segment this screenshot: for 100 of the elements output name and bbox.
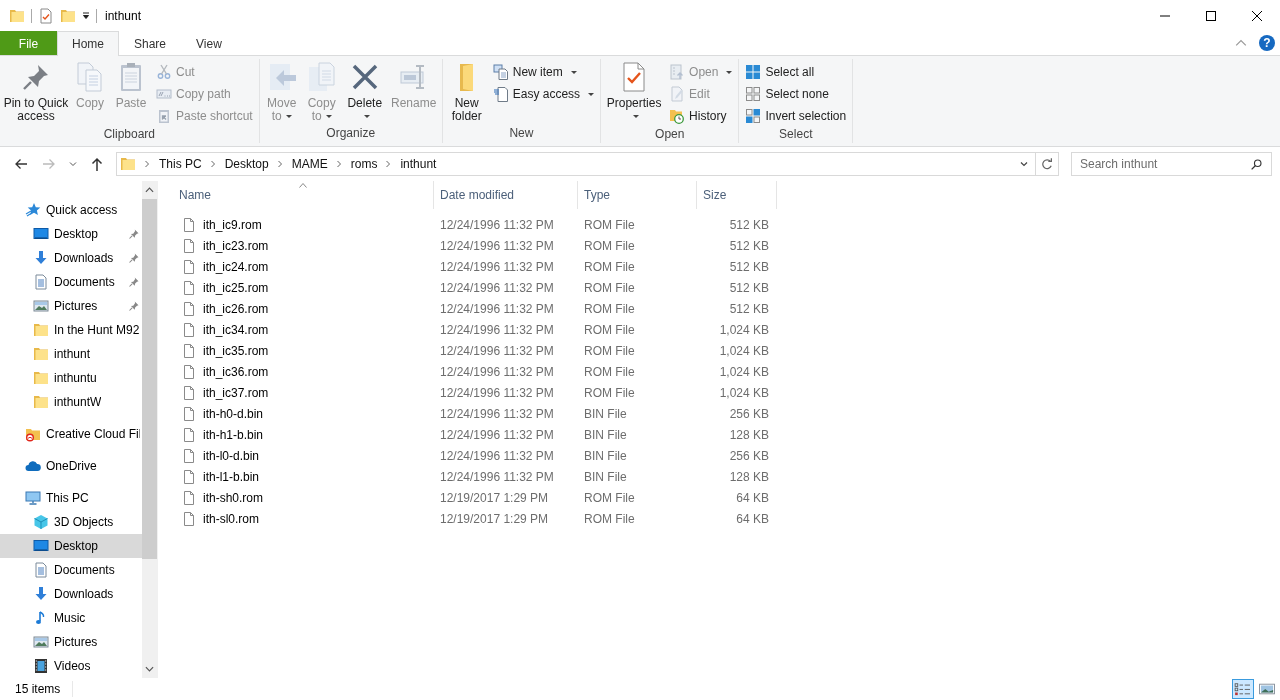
table-cell-text: 1,024 KB — [718, 385, 770, 400]
sidebar-item[interactable]: Quick access — [0, 198, 142, 222]
table-cell-text: 64 KB — [735, 511, 770, 526]
file-name[interactable]: ith-sl0.rom — [203, 511, 259, 526]
ribbon-button[interactable]: Invert selection — [742, 105, 850, 127]
breadcrumb[interactable]: roms — [350, 157, 378, 171]
chevron-right-icon — [209, 160, 216, 168]
table-cell-text: 12/24/1996 11:32 PM — [439, 343, 555, 358]
sidebar-item[interactable]: inthunt — [0, 342, 142, 366]
table-cell-text: 1,024 KB — [718, 364, 770, 379]
ribbon-tab[interactable]: View — [181, 31, 237, 55]
breadcrumb[interactable]: MAME — [291, 157, 328, 171]
sidebar-item[interactable]: Music — [0, 606, 142, 630]
sidebar-item[interactable]: Desktop — [0, 222, 142, 246]
file-name[interactable]: ith_ic23.rom — [203, 238, 269, 253]
table-cell-text: 12/24/1996 11:32 PM — [439, 301, 555, 316]
sidebar-item[interactable]: Pictures — [0, 294, 142, 318]
sidebar-item[interactable]: This PC — [0, 486, 142, 510]
file-name[interactable]: ith_ic36.rom — [203, 364, 269, 379]
file-name[interactable]: ith_ic26.rom — [203, 301, 269, 316]
file-name[interactable]: ith_ic25.rom — [203, 280, 269, 295]
table-cell-text: 512 KB — [728, 280, 770, 295]
column-header[interactable]: Name — [173, 181, 434, 209]
ribbon-button[interactable]: Pin to Quick access — [3, 59, 69, 127]
grid-icon — [745, 64, 762, 80]
sidebar-item[interactable]: In the Hunt M92 — [0, 318, 142, 342]
chevron-right-icon — [276, 160, 283, 168]
file-name[interactable]: ith-h0-d.bin — [203, 406, 264, 421]
group-label: Clipboard — [102, 127, 157, 143]
file-name[interactable]: ith_ic34.rom — [203, 322, 269, 337]
table-cell-text: 12/19/2017 1:29 PM — [439, 511, 550, 526]
ribbon-button[interactable]: Properties — [604, 59, 665, 127]
sidebar-item[interactable]: inthuntu — [0, 366, 142, 390]
scroll-down-icon[interactable] — [145, 666, 154, 672]
scrollbar-thumb[interactable] — [142, 199, 157, 559]
file-icon — [181, 237, 197, 254]
file-name[interactable]: ith_ic35.rom — [203, 343, 269, 358]
file-name[interactable]: ith-l0-d.bin — [203, 448, 260, 463]
file-name[interactable]: ith-h1-b.bin — [203, 427, 264, 442]
sidebar-item[interactable]: Downloads — [0, 582, 142, 606]
sidebar-item[interactable]: 3D Objects — [0, 510, 142, 534]
ribbon-button[interactable]: Easy access — [489, 83, 598, 105]
file-name[interactable]: ith-l1-b.bin — [203, 469, 260, 484]
caret-icon[interactable] — [82, 11, 90, 20]
up-arrow-icon[interactable] — [89, 156, 105, 172]
sidebar-item[interactable]: Desktop — [0, 534, 142, 558]
help-button[interactable]: ? — [1259, 35, 1275, 51]
table-cell-text: 256 KB — [728, 448, 770, 463]
file-name[interactable]: ith_ic24.rom — [203, 259, 269, 274]
column-header[interactable]: Size — [697, 181, 777, 209]
file-icon — [181, 426, 197, 443]
file-menu-button[interactable]: File — [0, 31, 57, 55]
cube-icon — [33, 514, 49, 530]
search-field[interactable]: Search inthunt — [1072, 153, 1250, 175]
ribbon-tab[interactable]: Home — [57, 31, 119, 56]
ribbon-button[interactable]: History — [666, 105, 736, 127]
sidebar-item[interactable]: inthuntW — [0, 390, 142, 414]
ribbon-button[interactable]: New folder — [445, 59, 488, 126]
sidebar-item[interactable]: Documents — [0, 558, 142, 582]
refresh-icon[interactable] — [1040, 157, 1054, 171]
sidebar-item[interactable]: Pictures — [0, 630, 142, 654]
search-box[interactable]: Search inthunt — [1071, 152, 1272, 176]
address-bar[interactable]: This PC Desktop MAME roms inthunt — [116, 152, 1059, 176]
ribbon-button[interactable]: Select none — [742, 83, 850, 105]
sidebar-item[interactable]: Documents — [0, 270, 142, 294]
file-icon — [181, 258, 197, 275]
table-cell-text: BIN File — [583, 427, 628, 442]
file-name[interactable]: ith_ic37.rom — [203, 385, 269, 400]
file-icon — [181, 321, 197, 338]
file-name[interactable]: ith-sh0.rom — [203, 490, 264, 505]
table-cell-text: 512 KB — [728, 259, 770, 274]
monitor-icon — [33, 538, 49, 554]
ribbon-button[interactable]: Select all — [742, 61, 850, 83]
scroll-up-icon[interactable] — [145, 187, 154, 193]
breadcrumb[interactable]: inthunt — [400, 157, 437, 171]
checkmark-page-icon[interactable] — [38, 7, 54, 24]
table-cell-text: 1,024 KB — [718, 343, 770, 358]
search-icon — [1250, 157, 1263, 171]
sidebar-item[interactable]: Downloads — [0, 246, 142, 270]
sidebar-item[interactable]: Videos — [0, 654, 142, 678]
sidebar-item[interactable]: Creative Cloud Fil — [0, 422, 142, 446]
ribbon-tab[interactable]: Share — [119, 31, 182, 55]
file-name[interactable]: ith_ic9.rom — [203, 217, 262, 232]
ribbon-button[interactable]: Delete — [342, 59, 387, 126]
scissors-icon — [156, 64, 172, 80]
breadcrumb[interactable]: This PC — [159, 157, 202, 171]
sidebar-item[interactable]: OneDrive — [0, 454, 142, 478]
caret-icon — [363, 115, 370, 119]
new-item-icon — [492, 64, 509, 80]
ribbon-button[interactable]: New item — [489, 61, 598, 83]
folder-icon — [25, 426, 41, 442]
details-view-button[interactable] — [1232, 679, 1254, 699]
scrollbar[interactable] — [142, 181, 157, 678]
column-header[interactable]: Type — [578, 181, 697, 209]
caret-icon — [588, 92, 595, 96]
caret-icon — [726, 70, 733, 74]
chevron-down-icon[interactable] — [1020, 160, 1028, 168]
column-header[interactable]: Date modified — [434, 181, 578, 209]
collapse-ribbon-icon[interactable] — [1235, 39, 1247, 47]
breadcrumb[interactable]: Desktop — [224, 157, 269, 171]
